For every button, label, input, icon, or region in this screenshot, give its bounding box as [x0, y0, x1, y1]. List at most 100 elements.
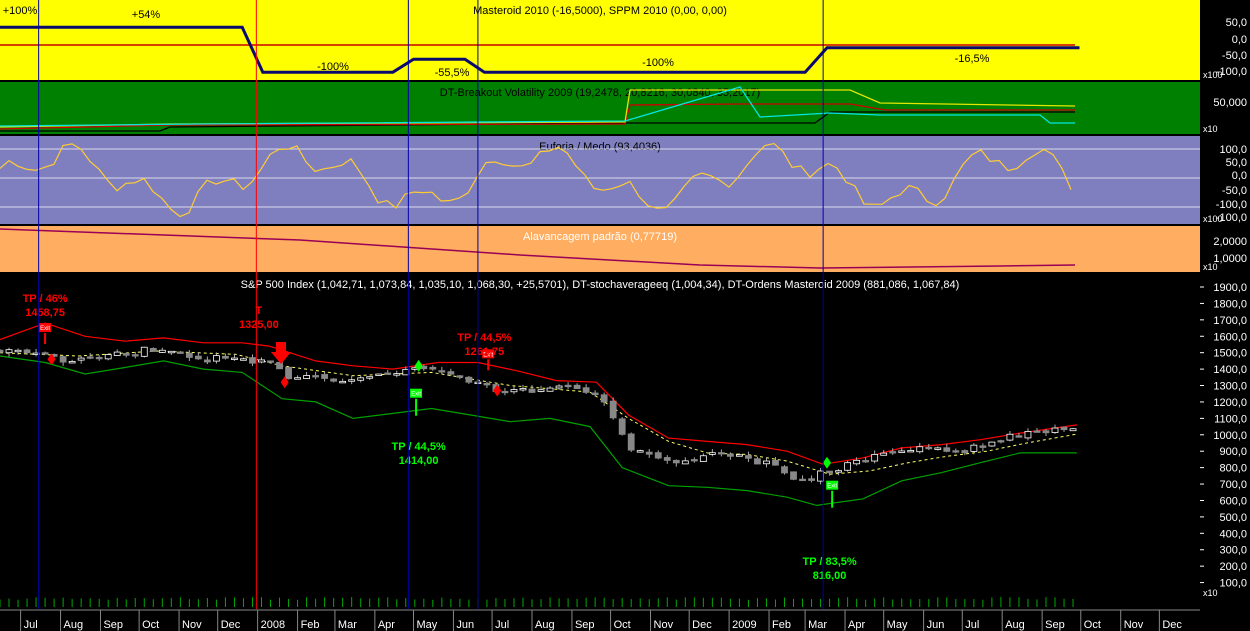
euforia-y-tick: -100,0 [1216, 199, 1247, 211]
candle-body [970, 444, 978, 452]
price-panel: S&P 500 Index (1,042,71, 1,073,84, 1,035… [0, 274, 1250, 609]
x-tick-label: May [887, 619, 908, 631]
x-tick-label: Oct [1084, 619, 1101, 631]
x-tick-label: Mar [808, 619, 827, 631]
trade-annotation-bottom: 1261,75 [464, 346, 504, 358]
masteroid-position-label: +100% [3, 5, 38, 17]
trade-annotation-bottom: 1325,00 [239, 319, 279, 331]
candle-body [113, 351, 121, 356]
alavancagem-y-tick: 2,0000 [1213, 236, 1247, 248]
candle-body [871, 453, 879, 462]
price-panel-bg [0, 274, 1200, 609]
candle-body [357, 377, 365, 381]
alavancagem-title: Alavancagem padrão (0,77719) [523, 231, 677, 243]
candle-body [781, 466, 788, 474]
euforia-y-tick: 0,0 [1232, 170, 1247, 182]
masteroid-y-tick: 0,0 [1232, 34, 1247, 46]
price-y-tick: 1500,0 [1213, 348, 1247, 360]
x-tick-label: 2009 [732, 619, 756, 631]
price-y-tick: 1300,0 [1213, 381, 1247, 393]
candle-body [600, 394, 608, 403]
masteroid-panel-title: Masteroid 2010 (-16,5000), SPPM 2010 (0,… [473, 5, 727, 17]
candle-body [916, 446, 924, 453]
candle-body [167, 350, 175, 354]
masteroid-y-tick: 50,0 [1226, 17, 1247, 29]
candle-body [0, 349, 4, 353]
candle-body [654, 452, 662, 459]
candle-body [285, 366, 292, 380]
price-y-tick: 600,0 [1219, 495, 1247, 507]
candle-body [898, 450, 906, 453]
candle-body [808, 478, 815, 481]
candle-body [348, 379, 356, 382]
x-tick-label: Aug [1005, 619, 1025, 631]
x-tick-label: Jul [24, 619, 38, 631]
breakout-volatility-title: DT-Breakout Volatility 2009 (19,2478, 20… [440, 87, 760, 99]
trading-chart: Masteroid 2010 (-16,5000), SPPM 2010 (0,… [0, 0, 1250, 631]
candle-body [375, 373, 383, 376]
candle-body [240, 358, 247, 361]
x-tick-label: Jul [495, 619, 509, 631]
masteroid-panel: Masteroid 2010 (-16,5000), SPPM 2010 (0,… [0, 0, 1250, 80]
exit-flag-label: Exit [827, 484, 837, 490]
candle-body [880, 452, 888, 456]
candle-body [294, 377, 301, 380]
candle-body [393, 373, 401, 376]
masteroid-position-label: -16,5% [955, 53, 990, 65]
candle-body [726, 453, 734, 457]
price-y-tick: 100,0 [1219, 578, 1247, 590]
candle-body [158, 349, 166, 353]
candle-body [41, 352, 49, 355]
candle-body [1051, 427, 1059, 433]
candle-body [645, 451, 653, 455]
x-tick-label: Jul [965, 619, 979, 631]
x-tick-label: Mar [338, 619, 357, 631]
x-tick-label: Oct [614, 619, 631, 631]
candle-body [826, 470, 833, 474]
candle-body [772, 459, 779, 466]
breakout-volatility-panel: DT-Breakout Volatility 2009 (19,2478, 20… [0, 82, 1250, 134]
candle-body [754, 458, 761, 465]
candle-body [1015, 435, 1023, 438]
trade-annotation-top: TP / 44,5% [457, 332, 511, 344]
x-tick-label: Sep [575, 619, 595, 631]
price-y-tick: 1800,0 [1213, 298, 1247, 310]
candle-body [636, 450, 644, 453]
x-tick-label: Apr [378, 619, 395, 631]
candle-body [717, 452, 725, 455]
candle-body [95, 356, 103, 360]
candle-body [176, 351, 184, 354]
alavancagem-y-tick: 1,0000 [1213, 253, 1247, 265]
masteroid-y-tick: -50,0 [1222, 50, 1247, 62]
trade-annotation-top: TP / 83,5% [802, 556, 856, 568]
candle-body [564, 384, 572, 388]
price-y-tick: 1000,0 [1213, 430, 1247, 442]
candle-body [339, 380, 347, 384]
candle-body [267, 360, 274, 363]
candle-body [582, 387, 590, 393]
candle-body [149, 348, 157, 352]
x-tick-label: Sep [103, 619, 123, 631]
price-y-tick: 1900,0 [1213, 282, 1247, 294]
candle-body [979, 445, 987, 448]
masteroid-position-label: -100% [317, 61, 349, 73]
candle-body [312, 375, 320, 378]
candle-body [330, 378, 338, 382]
price-y-tick: 400,0 [1219, 528, 1247, 540]
candle-body [104, 354, 112, 360]
candle-body [258, 359, 265, 363]
x-axis: Jul Aug Sep Oct Nov Dec 2008 Feb Mar Apr May Jun Jul… [0, 609, 1250, 631]
price-panel-title: S&P 500 Index (1,042,71, 1,073,84, 1,035… [241, 279, 960, 291]
candle-body [835, 470, 842, 473]
candle-body [501, 390, 509, 394]
x-tick-label: Sep [1045, 619, 1065, 631]
price-y-tick: 200,0 [1219, 561, 1247, 573]
alavancagem-panel: Alavancagem padrão (0,77719) 2,0000 1,000… [0, 226, 1250, 272]
x-tick-label: Dec [221, 619, 241, 631]
candle-body [862, 460, 870, 463]
candle-body [934, 447, 942, 450]
breakout-volatility-scale-label: x10 [1203, 124, 1218, 134]
candle-body [988, 441, 996, 447]
candle-body [555, 385, 563, 389]
candle-body [203, 359, 211, 363]
